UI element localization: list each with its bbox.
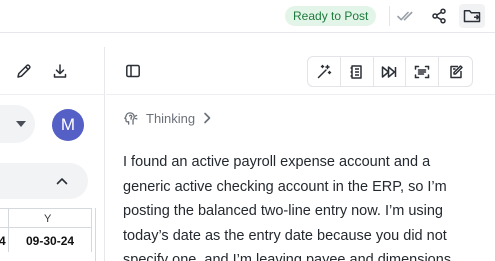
chevron-down-icon (16, 121, 26, 127)
top-bar: Ready to Post (0, 0, 495, 33)
left-panel: M Y 4 09-30-24 (0, 47, 105, 261)
assistant-tools (307, 56, 473, 87)
thinking-toggle[interactable]: Thinking (123, 108, 211, 128)
table-cell: 09-30-24 (26, 234, 75, 248)
column-divider (91, 209, 92, 229)
assistant-message: I found an active payroll expense accoun… (123, 154, 452, 261)
column-divider (8, 228, 9, 252)
column-divider (8, 209, 9, 229)
left-toolbar (0, 47, 104, 95)
folder-icon[interactable] (459, 4, 485, 28)
scrollbar[interactable] (95, 208, 96, 261)
table-row[interactable]: 4 09-30-24 (0, 228, 92, 252)
table-cell: 4 (0, 234, 6, 248)
select-dropdown[interactable] (0, 105, 35, 143)
collapse-section[interactable] (0, 163, 88, 199)
pencil-icon[interactable] (13, 60, 35, 82)
toolbar-divider (389, 6, 390, 26)
download-icon[interactable] (49, 60, 71, 82)
column-header: Y (44, 213, 52, 225)
right-toolbar (106, 47, 495, 95)
table-header: Y (0, 208, 92, 229)
spacer (0, 33, 495, 47)
right-panel: Thinking I found an active payroll expen… (106, 47, 495, 261)
magic-wand-icon[interactable] (308, 57, 341, 86)
thinking-label: Thinking (146, 110, 196, 126)
sidebar-toggle-icon[interactable] (123, 61, 143, 81)
brain-icon (124, 111, 138, 125)
chevron-up-icon (56, 178, 68, 185)
status-badge: Ready to Post (285, 6, 377, 26)
scan-icon[interactable] (406, 57, 440, 86)
column-divider (91, 228, 92, 252)
share-icon[interactable] (426, 4, 452, 28)
list-icon[interactable] (341, 57, 374, 86)
double-check-icon[interactable] (393, 4, 419, 28)
chevron-right-icon (204, 112, 211, 124)
fast-forward-icon[interactable] (374, 57, 407, 86)
avatar[interactable]: M (52, 109, 84, 141)
note-edit-icon[interactable] (439, 57, 472, 86)
